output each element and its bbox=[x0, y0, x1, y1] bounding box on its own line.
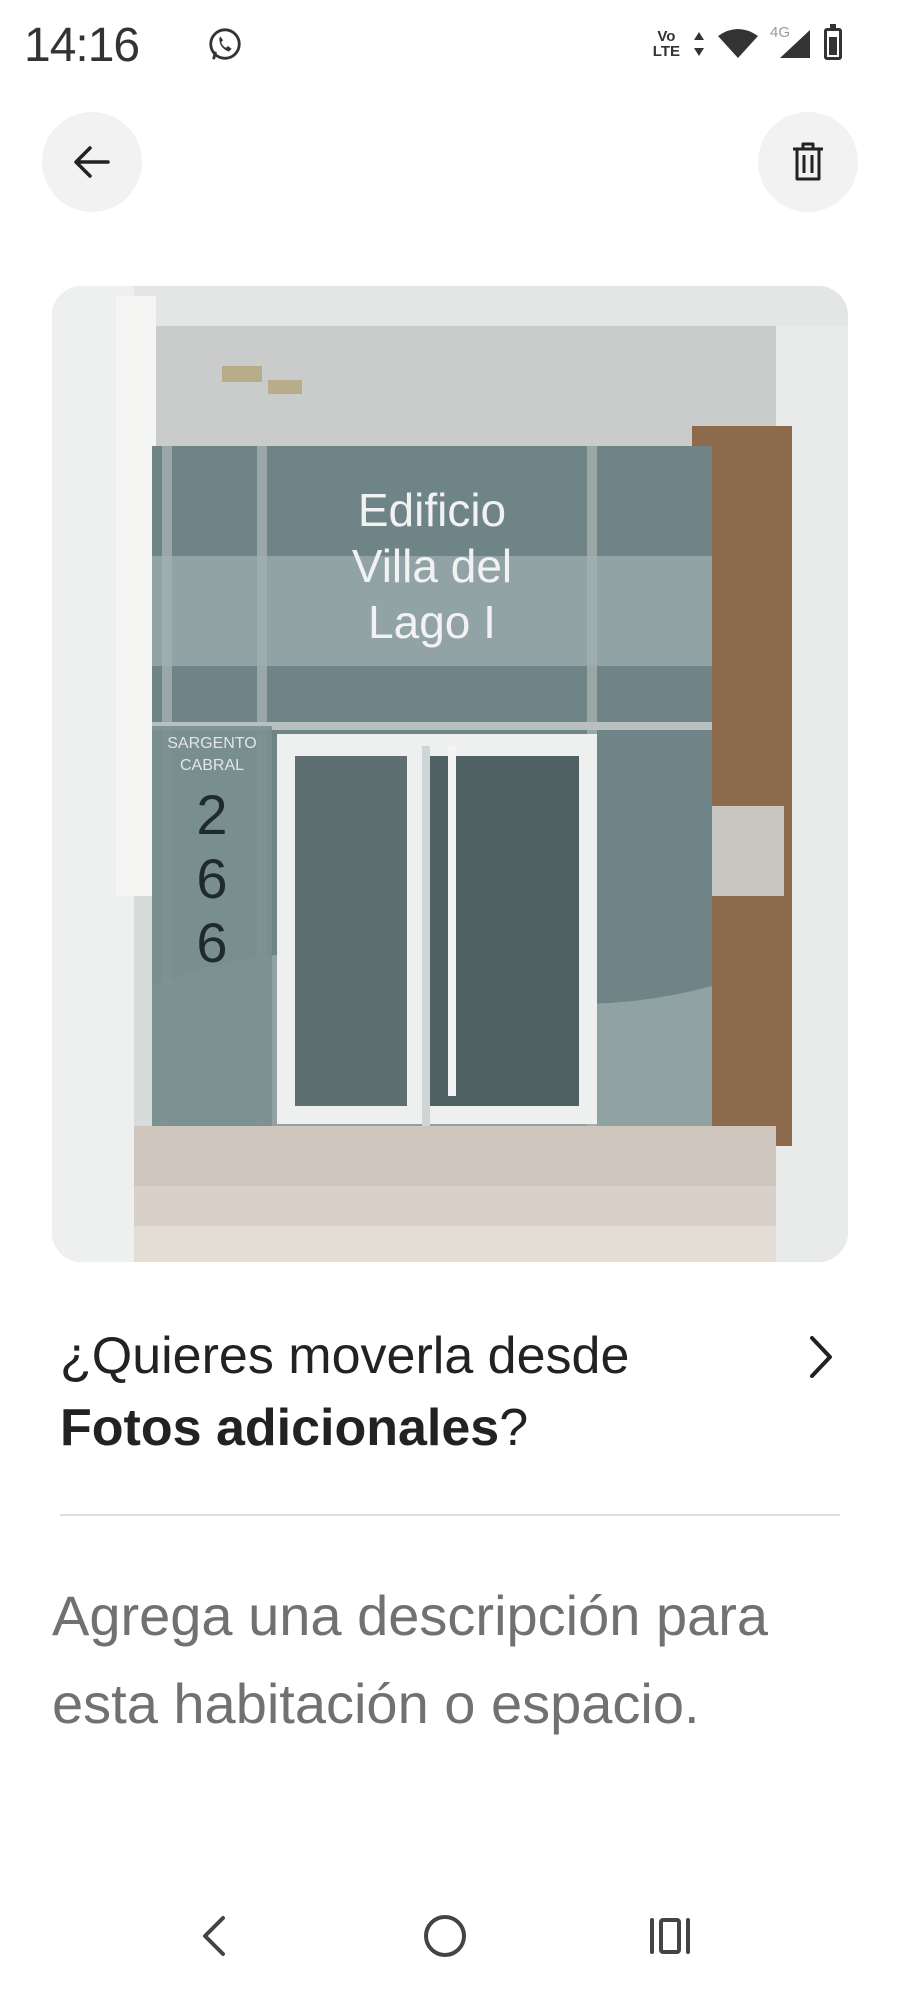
building-number-digit-3: 6 bbox=[196, 911, 227, 974]
building-number-digit-2: 6 bbox=[196, 847, 227, 910]
back-nav-icon bbox=[203, 1916, 225, 1956]
recents-nav-icon bbox=[650, 1918, 690, 1954]
trash-icon bbox=[793, 142, 823, 181]
sign-line-1: Edificio bbox=[358, 484, 506, 536]
divider bbox=[60, 1514, 840, 1516]
volte-icon: Vo LTE bbox=[652, 28, 680, 60]
nav-back-button[interactable] bbox=[174, 1896, 254, 1976]
status-time: 14:16 bbox=[24, 19, 140, 72]
sign-line-3: Lago I bbox=[368, 596, 496, 648]
chevron-right-icon bbox=[810, 1336, 832, 1378]
status-icons: Vo LTE 4G bbox=[653, 24, 842, 64]
delete-photo-button[interactable] bbox=[758, 112, 858, 212]
arrow-left-icon bbox=[74, 146, 110, 178]
room-photo: Edificio Villa del Lago I SARGENTO CABRA… bbox=[52, 286, 848, 1262]
home-nav-icon bbox=[424, 1915, 466, 1957]
street-name-line-1: SARGENTO bbox=[167, 735, 257, 752]
whatsapp-icon bbox=[209, 28, 241, 60]
move-prompt-album: Fotos adicionales bbox=[60, 1399, 500, 1457]
nav-home-button[interactable] bbox=[405, 1896, 485, 1976]
move-from-additional-photos-row[interactable]: ¿Quieres moverla desde Fotos adicionales… bbox=[60, 1320, 840, 1480]
cell-signal-icon: 4G bbox=[770, 24, 812, 60]
sign-line-2: Villa del bbox=[352, 540, 512, 592]
system-nav-bar bbox=[0, 1880, 900, 2000]
nav-recents-button[interactable] bbox=[630, 1896, 710, 1976]
description-input[interactable]: Agrega una descripción para esta habitac… bbox=[52, 1572, 852, 1748]
data-arrows-icon bbox=[694, 32, 704, 56]
move-prompt-text: ¿Quieres moverla desde Fotos adicionales… bbox=[60, 1327, 630, 1457]
building-number-digit-1: 2 bbox=[196, 783, 227, 846]
battery-icon bbox=[824, 24, 842, 60]
wifi-icon bbox=[718, 29, 758, 58]
back-button[interactable] bbox=[42, 112, 142, 212]
status-bar: 14:16 Vo LTE 4G bbox=[0, 0, 900, 96]
street-name-line-2: CABRAL bbox=[180, 757, 244, 774]
